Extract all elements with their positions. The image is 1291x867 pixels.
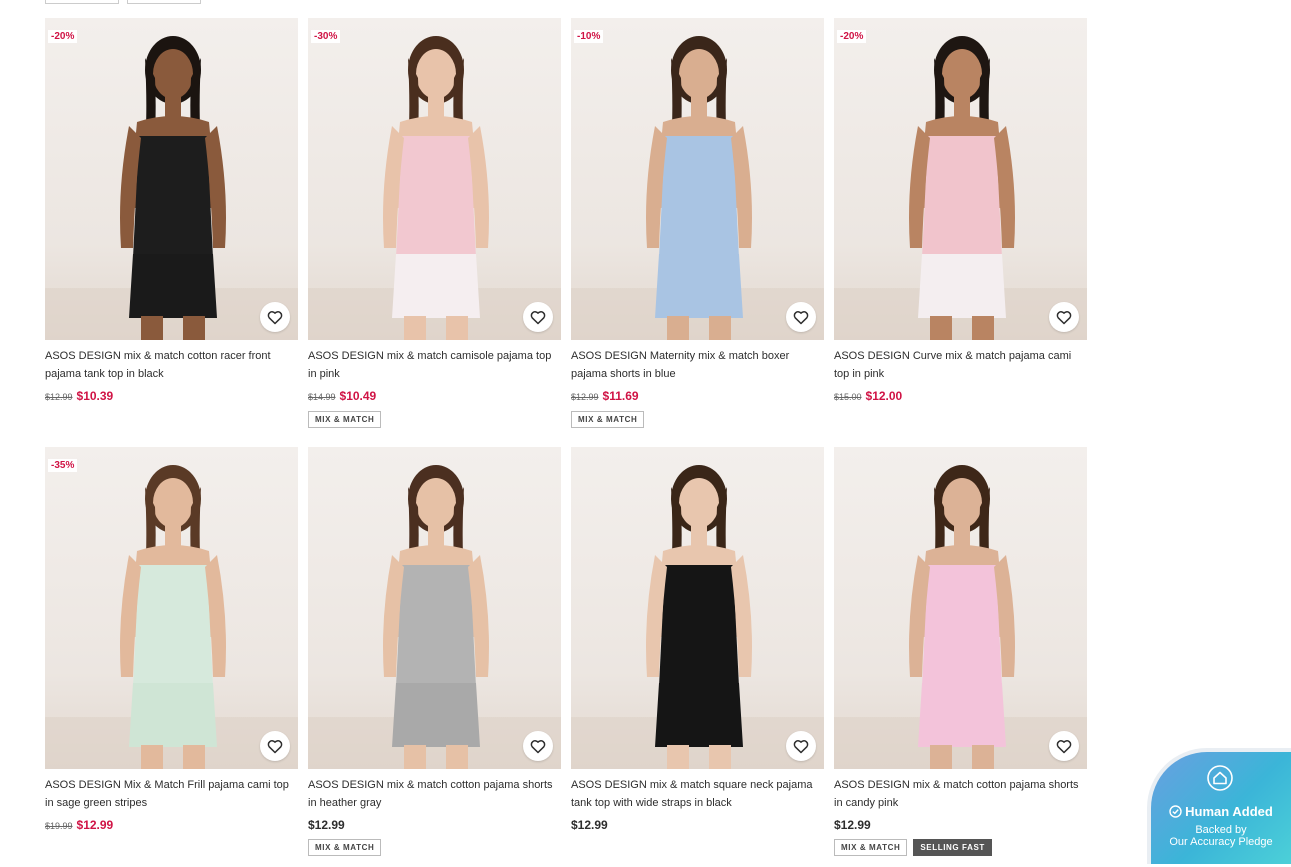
save-for-later-button[interactable] bbox=[1049, 302, 1079, 332]
discount-badge: -20% bbox=[837, 30, 867, 43]
product-title[interactable]: ASOS DESIGN Maternity mix & match boxer … bbox=[571, 347, 824, 383]
original-price: $14.99 bbox=[308, 392, 336, 402]
original-price: $19.99 bbox=[45, 821, 73, 831]
discount-badge: -35% bbox=[48, 459, 78, 472]
product-image[interactable]: -10% bbox=[571, 18, 824, 340]
product-price: $14.99 $10.49 bbox=[308, 389, 561, 404]
product-card[interactable]: -30% ASOS DESIGN mix & match camisole pa… bbox=[308, 18, 561, 447]
top-edge-stubs bbox=[45, 0, 201, 4]
original-price: $12.99 bbox=[571, 392, 599, 402]
product-tags: MIX & MATCH SELLING FAST bbox=[834, 839, 1087, 856]
product-image[interactable]: -35% bbox=[45, 447, 298, 769]
product-title[interactable]: ASOS DESIGN mix & match cotton pajama sh… bbox=[834, 776, 1087, 812]
product-tag: MIX & MATCH bbox=[308, 839, 382, 856]
badge-subtitle: Backed by Our Accuracy Pledge bbox=[1169, 824, 1273, 848]
save-for-later-button[interactable] bbox=[523, 731, 553, 761]
save-for-later-button[interactable] bbox=[786, 731, 816, 761]
sale-price: $10.49 bbox=[339, 389, 377, 403]
heart-icon bbox=[793, 739, 809, 753]
product-tags: MIX & MATCH bbox=[308, 411, 561, 428]
check-circle-icon bbox=[1169, 805, 1182, 818]
product-grid: -20% ASOS DESIGN mix & match cotton race… bbox=[45, 18, 1087, 867]
product-price: $12.99 bbox=[834, 818, 1087, 832]
home-icon bbox=[1207, 765, 1233, 791]
accuracy-pledge-badge[interactable]: Human Added Backed by Our Accuracy Pledg… bbox=[1147, 748, 1291, 864]
product-card[interactable]: ASOS DESIGN mix & match cotton pajama sh… bbox=[834, 447, 1087, 867]
product-tag: SELLING FAST bbox=[913, 839, 992, 856]
product-title[interactable]: ASOS DESIGN Mix & Match Frill pajama cam… bbox=[45, 776, 298, 812]
current-price: $12.99 bbox=[308, 818, 345, 832]
model-photo bbox=[308, 465, 561, 769]
sale-price: $12.99 bbox=[76, 818, 114, 832]
product-card[interactable]: ASOS DESIGN mix & match cotton pajama sh… bbox=[308, 447, 561, 867]
product-card[interactable]: -10% ASOS DESIGN Maternity mix & match b… bbox=[571, 18, 824, 447]
model-photo bbox=[45, 36, 298, 340]
product-image[interactable] bbox=[308, 447, 561, 769]
original-price: $12.99 bbox=[45, 392, 73, 402]
product-price: $19.99 $12.99 bbox=[45, 818, 298, 833]
model-photo bbox=[834, 465, 1087, 769]
product-price: $12.99 $11.69 bbox=[571, 389, 824, 404]
product-price: $15.00 $12.00 bbox=[834, 389, 1087, 404]
discount-badge: -30% bbox=[311, 30, 341, 43]
original-price: $15.00 bbox=[834, 392, 862, 402]
heart-icon bbox=[793, 310, 809, 324]
product-tags: MIX & MATCH bbox=[308, 839, 561, 856]
save-for-later-button[interactable] bbox=[1049, 731, 1079, 761]
sale-price: $10.39 bbox=[76, 389, 114, 403]
product-tag: MIX & MATCH bbox=[308, 411, 382, 428]
product-tags: MIX & MATCH bbox=[571, 411, 824, 428]
product-title[interactable]: ASOS DESIGN mix & match camisole pajama … bbox=[308, 347, 561, 383]
product-title[interactable]: ASOS DESIGN mix & match square neck paja… bbox=[571, 776, 824, 812]
product-card[interactable]: ASOS DESIGN mix & match square neck paja… bbox=[571, 447, 824, 867]
current-price: $12.99 bbox=[571, 818, 608, 832]
heart-icon bbox=[530, 310, 546, 324]
heart-icon bbox=[1056, 739, 1072, 753]
product-tag: MIX & MATCH bbox=[834, 839, 908, 856]
product-image[interactable]: -20% bbox=[45, 18, 298, 340]
discount-badge: -10% bbox=[574, 30, 604, 43]
model-photo bbox=[308, 36, 561, 340]
product-title[interactable]: ASOS DESIGN Curve mix & match pajama cam… bbox=[834, 347, 1087, 383]
product-image[interactable]: -30% bbox=[308, 18, 561, 340]
heart-icon bbox=[1056, 310, 1072, 324]
product-image[interactable]: -20% bbox=[834, 18, 1087, 340]
model-photo bbox=[834, 36, 1087, 340]
heart-icon bbox=[267, 739, 283, 753]
product-card[interactable]: -35% ASOS DESIGN Mix & Match Frill pajam… bbox=[45, 447, 298, 867]
model-photo bbox=[45, 465, 298, 769]
heart-icon bbox=[267, 310, 283, 324]
model-photo bbox=[571, 36, 824, 340]
product-tag: MIX & MATCH bbox=[571, 411, 645, 428]
save-for-later-button[interactable] bbox=[260, 302, 290, 332]
badge-title: Human Added bbox=[1151, 804, 1291, 819]
discount-badge: -20% bbox=[48, 30, 78, 43]
product-image[interactable] bbox=[571, 447, 824, 769]
sale-price: $12.00 bbox=[865, 389, 903, 403]
sale-price: $11.69 bbox=[602, 389, 639, 403]
save-for-later-button[interactable] bbox=[523, 302, 553, 332]
product-title[interactable]: ASOS DESIGN mix & match cotton racer fro… bbox=[45, 347, 298, 383]
current-price: $12.99 bbox=[834, 818, 871, 832]
product-title[interactable]: ASOS DESIGN mix & match cotton pajama sh… bbox=[308, 776, 561, 812]
product-card[interactable]: -20% ASOS DESIGN mix & match cotton race… bbox=[45, 18, 298, 447]
product-card[interactable]: -20% ASOS DESIGN Curve mix & match pajam… bbox=[834, 18, 1087, 447]
model-photo bbox=[571, 465, 824, 769]
save-for-later-button[interactable] bbox=[260, 731, 290, 761]
product-price: $12.99 bbox=[571, 818, 824, 832]
save-for-later-button[interactable] bbox=[786, 302, 816, 332]
product-image[interactable] bbox=[834, 447, 1087, 769]
product-price: $12.99 bbox=[308, 818, 561, 832]
heart-icon bbox=[530, 739, 546, 753]
product-price: $12.99 $10.39 bbox=[45, 389, 298, 404]
